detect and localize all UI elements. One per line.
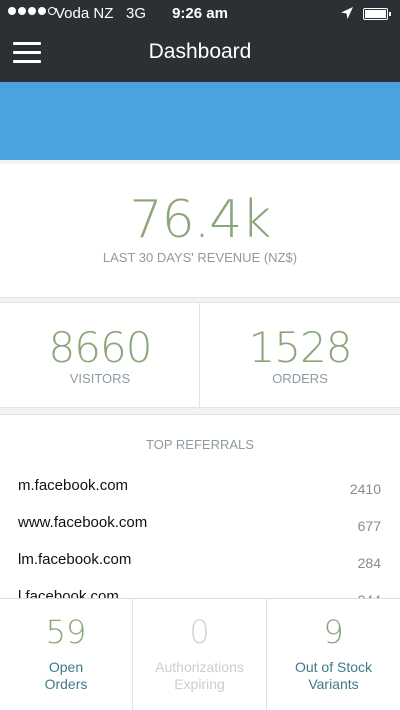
open-orders-count: 59 — [45, 613, 87, 651]
orders-label: ORDERS — [272, 371, 328, 386]
open-orders-tab[interactable]: 59 Open Orders — [0, 599, 133, 710]
visitors-label: VISITORS — [69, 371, 131, 386]
referral-domain: lm.facebook.com — [18, 551, 132, 568]
visitors-value: 8660 — [48, 323, 153, 372]
authorizations-expiring-tab[interactable]: 0 Authorizations Expiring — [133, 599, 267, 710]
status-bar: Voda NZ 3G 9:26 am — [0, 0, 400, 28]
visitors-stat[interactable]: 8660 VISITORS — [0, 303, 200, 409]
revenue-value: 76.4k — [129, 190, 272, 250]
battery-full-icon — [363, 8, 391, 20]
referral-row[interactable]: lm.facebook.com 284 — [0, 551, 400, 587]
referral-row[interactable]: m.facebook.com 2410 — [0, 477, 400, 513]
stats-row: 8660 VISITORS 1528 ORDERS — [0, 302, 400, 409]
bottom-summary-bar: 59 Open Orders 0 Authorizations Expiring… — [0, 598, 400, 710]
referral-count: 284 — [357, 555, 381, 571]
orders-stat[interactable]: 1528 ORDERS — [200, 303, 400, 409]
dashboard-screen: Voda NZ 3G 9:26 am Dashboard 76.4k LAST … — [0, 0, 400, 710]
orders-value: 1528 — [248, 323, 353, 372]
referral-count: 677 — [357, 518, 381, 534]
referrals-heading: TOP REFERRALS — [146, 437, 254, 452]
top-referrals-card: TOP REFERRALS m.facebook.com 2410 www.fa… — [0, 414, 400, 604]
referral-domain: m.facebook.com — [18, 477, 129, 494]
authorizations-expiring-label: Authorizations Expiring — [155, 659, 244, 692]
revenue-card[interactable]: 76.4k LAST 30 DAYS' REVENUE (NZ$) — [0, 164, 400, 298]
banner — [0, 82, 400, 160]
referral-domain: www.facebook.com — [18, 514, 148, 531]
location-arrow-icon — [341, 7, 353, 19]
out-of-stock-variants-count: 9 — [323, 613, 344, 651]
revenue-label: LAST 30 DAYS' REVENUE (NZ$) — [102, 250, 298, 265]
referral-row[interactable]: www.facebook.com 677 — [0, 514, 400, 550]
top-bar: Voda NZ 3G 9:26 am Dashboard — [0, 0, 400, 82]
authorizations-expiring-count: 0 — [189, 613, 210, 651]
open-orders-label: Open Orders — [44, 659, 88, 692]
out-of-stock-variants-label: Out of Stock Variants — [294, 659, 373, 692]
out-of-stock-variants-tab[interactable]: 9 Out of Stock Variants — [267, 599, 400, 710]
page-title: Dashboard — [148, 40, 252, 63]
referral-count: 2410 — [349, 481, 381, 497]
